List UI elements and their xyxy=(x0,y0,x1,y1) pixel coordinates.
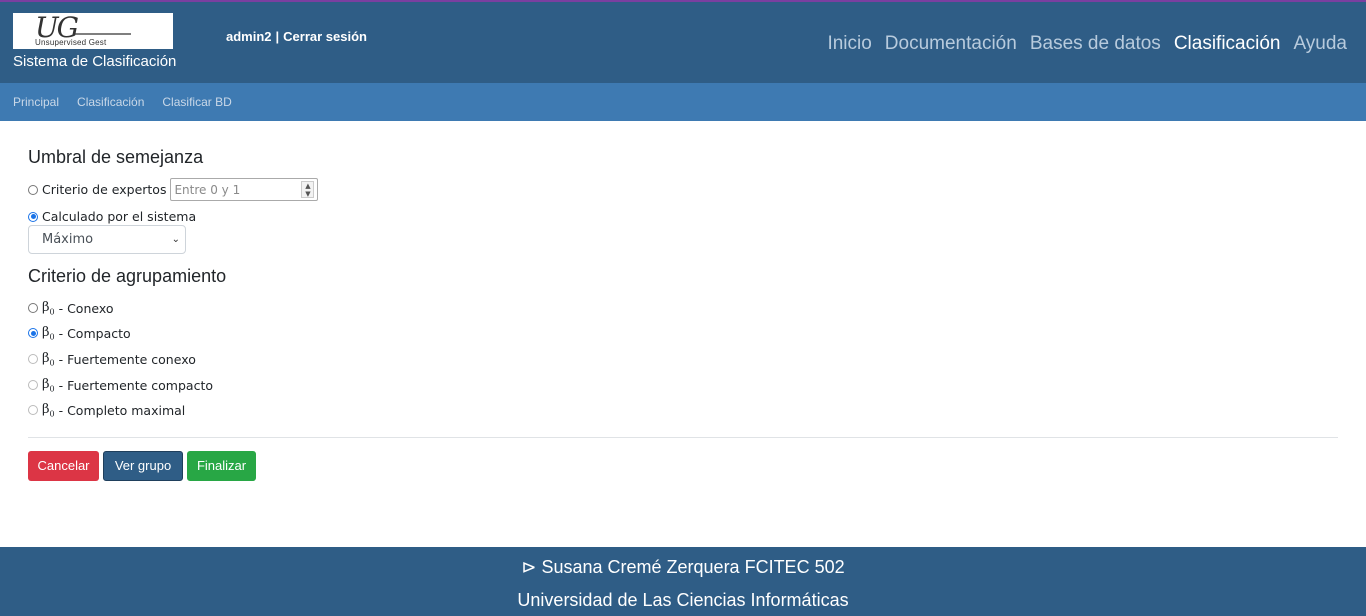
beta-symbol: β0 xyxy=(42,377,55,394)
threshold-method-value: Máximo xyxy=(42,232,94,247)
logo-subtitle: Unsupervised Gest xyxy=(35,38,107,47)
brand-title: Sistema de Clasificación xyxy=(13,53,177,70)
chevron-down-icon: ⌄ xyxy=(171,234,180,245)
grouping-radio-fuertemente-conexo[interactable] xyxy=(28,354,38,365)
grouping-label-completo-maximal[interactable]: - Completo maximal xyxy=(59,403,186,418)
finish-button[interactable]: Finalizar xyxy=(187,451,256,481)
form-divider xyxy=(28,437,1338,438)
user-box: admin2 | Cerrar sesión xyxy=(226,29,367,44)
app-logo[interactable]: UG Unsupervised Gest xyxy=(13,13,173,49)
nav-clasificacion[interactable]: Clasificación xyxy=(1174,33,1281,55)
expert-criterion-radio[interactable] xyxy=(28,184,38,195)
page-footer: ⊳ Susana Cremé Zerquera FCITEC 502 Unive… xyxy=(0,547,1366,616)
logout-link[interactable]: Cerrar sesión xyxy=(283,29,367,44)
beta-symbol: β0 xyxy=(42,325,55,342)
grouping-option-row: β0 - Fuertemente compacto xyxy=(28,377,213,394)
grouping-label-compacto[interactable]: - Compacto xyxy=(59,326,131,341)
user-separator: | xyxy=(275,29,280,44)
nav-ayuda[interactable]: Ayuda xyxy=(1293,33,1347,55)
breadcrumb-clasificacion[interactable]: Clasificación xyxy=(77,95,144,109)
grouping-option-row: β0 - Compacto xyxy=(28,325,131,342)
breadcrumb-clasificar-bd: Clasificar BD xyxy=(162,95,232,109)
expert-criterion-label[interactable]: Criterio de expertos xyxy=(42,182,166,197)
username: admin2 xyxy=(226,29,272,44)
grouping-radio-compacto[interactable] xyxy=(28,328,38,339)
expert-threshold-placeholder: Entre 0 y 1 xyxy=(174,183,241,197)
beta-symbol: β0 xyxy=(42,402,55,419)
threshold-method-select[interactable]: Máximo ⌄ xyxy=(28,225,186,254)
grouping-heading: Criterio de agrupamiento xyxy=(28,266,227,286)
number-spinner-icon[interactable]: ▲ ▼ xyxy=(301,181,315,198)
grouping-label-conexo[interactable]: - Conexo xyxy=(59,301,114,316)
view-group-button[interactable]: Ver grupo xyxy=(103,451,183,481)
grouping-option-row: β0 - Completo maximal xyxy=(28,402,185,419)
breadcrumb: Principal Clasificación Clasificar BD xyxy=(0,83,1366,121)
grouping-radio-completo-maximal[interactable] xyxy=(28,405,38,416)
grouping-label-fuertemente-compacto[interactable]: - Fuertemente compacto xyxy=(59,378,213,393)
grouping-option-row: β0 - Fuertemente conexo xyxy=(28,351,196,368)
cancel-button[interactable]: Cancelar xyxy=(28,451,99,481)
expert-threshold-input[interactable]: Entre 0 y 1 ▲ ▼ xyxy=(170,178,319,201)
main-nav: Inicio Documentación Bases de datos Clas… xyxy=(827,33,1347,55)
grouping-label-fuertemente-conexo[interactable]: - Fuertemente conexo xyxy=(59,352,196,367)
top-navbar: UG Unsupervised Gest Sistema de Clasific… xyxy=(0,0,1366,83)
system-calculated-label[interactable]: Calculado por el sistema xyxy=(42,209,196,224)
footer-university: Universidad de Las Ciencias Informáticas xyxy=(517,590,849,610)
nav-inicio[interactable]: Inicio xyxy=(827,33,871,55)
grouping-option-row: β0 - Conexo xyxy=(28,300,114,317)
footer-author: ⊳ Susana Cremé Zerquera FCITEC 502 xyxy=(521,557,845,577)
nav-bases-de-datos[interactable]: Bases de datos xyxy=(1030,33,1161,55)
beta-symbol: β0 xyxy=(42,300,55,317)
breadcrumb-principal[interactable]: Principal xyxy=(13,95,59,109)
system-calculated-row: Calculado por el sistema xyxy=(28,209,196,224)
beta-symbol: β0 xyxy=(42,351,55,368)
expert-criterion-row: Criterio de expertos Entre 0 y 1 ▲ ▼ xyxy=(28,178,319,201)
grouping-radio-conexo[interactable] xyxy=(28,303,38,314)
grouping-radio-fuertemente-compacto[interactable] xyxy=(28,380,38,391)
nav-documentacion[interactable]: Documentación xyxy=(885,33,1017,55)
system-calculated-radio[interactable] xyxy=(28,211,38,222)
threshold-heading: Umbral de semejanza xyxy=(28,147,204,167)
